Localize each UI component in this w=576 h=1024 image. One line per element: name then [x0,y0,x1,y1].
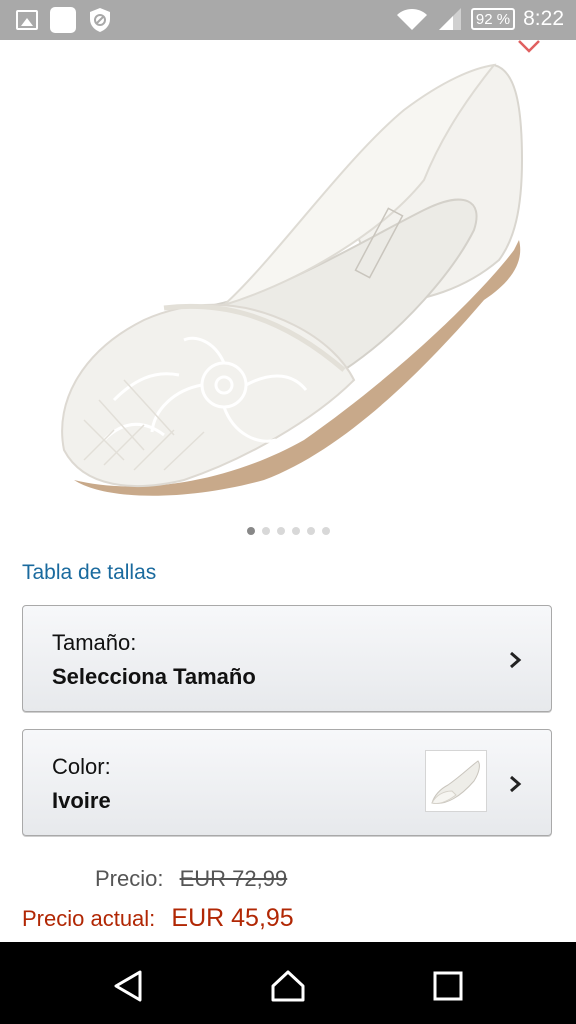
list-price-value: EUR 72,99 [179,866,288,891]
chevron-right-icon [510,775,522,793]
carousel-dot[interactable] [262,527,270,535]
color-selector-label: Color: [52,754,111,779]
current-price-label: Precio actual: [22,906,156,931]
list-price-label: Precio: [95,866,164,891]
navigation-bar [0,942,576,1024]
recent-apps-icon[interactable] [430,968,466,1004]
color-selector[interactable]: Color: Ivoire [22,729,552,836]
battery-indicator: 92 % [470,8,516,30]
home-icon[interactable] [270,968,306,1004]
shield-blocked-icon [90,8,110,32]
gallery-notification-icon [16,10,38,30]
shoe-thumbnail-icon [431,760,480,805]
carousel-dot[interactable] [277,527,285,535]
carousel-dot[interactable] [292,527,300,535]
back-icon[interactable] [110,968,146,1004]
size-chart-link[interactable]: Tabla de tallas [22,561,156,585]
size-selector-value: Selecciona Tamaño [52,664,256,689]
carousel-dot[interactable] [247,527,255,535]
current-price-value: EUR 45,95 [171,904,294,932]
app-notification-icon [50,7,76,33]
chevron-right-icon [510,651,522,669]
cell-signal-icon [438,8,461,30]
status-bar: 92 % 8:22 [0,0,576,40]
product-image[interactable] [44,40,544,520]
list-price-row: Precio: EUR 72,99 [95,866,287,892]
color-selector-value: Ivoire [52,788,111,813]
image-carousel-indicator [247,527,330,535]
color-swatch-thumbnail [425,750,487,812]
wifi-icon [396,9,427,30]
current-price-row: Precio actual: EUR 45,95 [22,904,294,933]
clock: 8:22 [523,7,564,30]
carousel-dot[interactable] [322,527,330,535]
size-selector[interactable]: Tamaño: Selecciona Tamaño [22,605,552,712]
size-selector-label: Tamaño: [52,630,137,655]
carousel-dot[interactable] [307,527,315,535]
